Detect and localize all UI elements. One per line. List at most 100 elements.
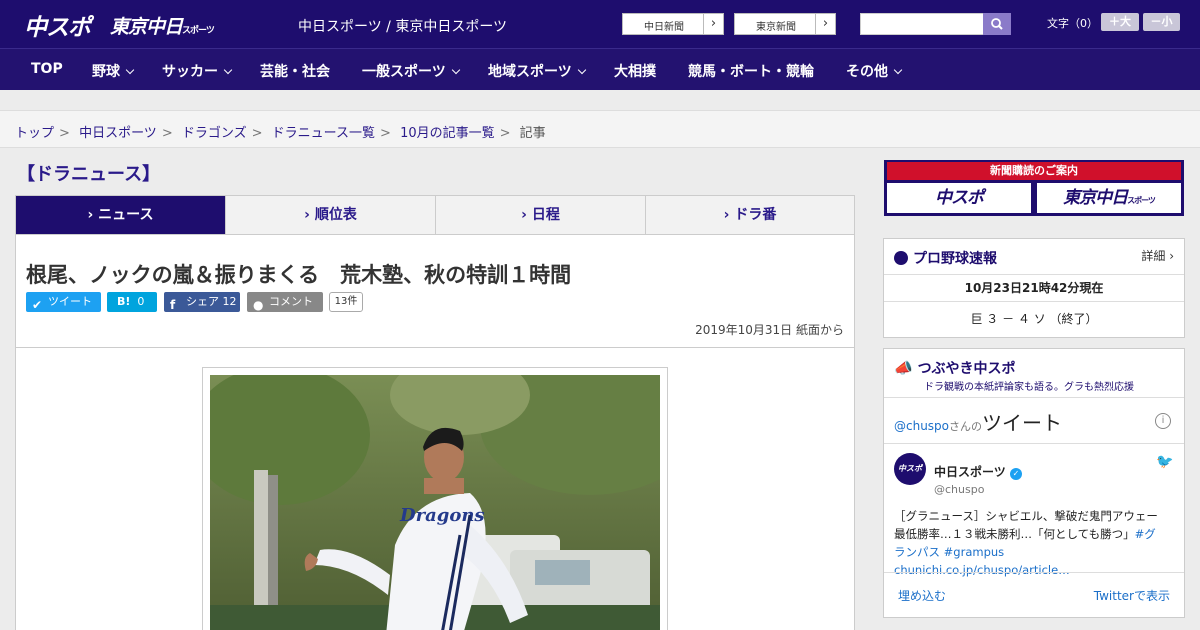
comment-button[interactable]: ● コメント xyxy=(247,292,323,312)
tokyo-shimbun-link[interactable]: 東京新聞 › xyxy=(734,13,836,35)
nav-local-sports[interactable]: 地域スポーツ xyxy=(488,61,586,81)
tab-dora-reporters[interactable]: › ドラ番 xyxy=(646,196,854,234)
subscription-chuspo[interactable]: 中スポ xyxy=(887,183,1031,213)
embed-link[interactable]: 埋め込む xyxy=(898,587,946,604)
hatena-count: 0 xyxy=(137,295,145,308)
speech-bubble-icon: ● xyxy=(253,298,264,312)
section-title: 【ドラニュース】 xyxy=(17,164,161,185)
breadcrumb-top[interactable]: トップ xyxy=(15,126,54,141)
font-larger-button[interactable]: ＋大 xyxy=(1101,13,1139,31)
tsubuyaki-subtitle: ドラ観戦の本紙評論家も語る。グラも熱烈応援 xyxy=(924,382,1134,393)
pro-baseball-title: プロ野球速報 xyxy=(894,248,997,268)
breadcrumb-separator: > xyxy=(161,126,173,141)
nav-baseball-label: 野球 xyxy=(92,64,120,80)
nav-top[interactable]: TOP xyxy=(31,61,63,77)
subscription-tokyo-chunichi[interactable]: 東京中日スポーツ xyxy=(1037,183,1181,213)
search-icon xyxy=(991,18,1003,30)
tab-news-label: ニュース xyxy=(98,207,154,223)
search-button[interactable] xyxy=(983,13,1011,35)
tab-standings-label: 順位表 xyxy=(314,207,357,223)
tweets-of-handle[interactable]: @chuspo xyxy=(894,419,949,433)
breadcrumb-dragons[interactable]: ドラゴンズ xyxy=(182,126,247,141)
chunichi-shimbun-label: 中日新聞 xyxy=(644,22,684,33)
nav-sumo[interactable]: 大相撲 xyxy=(614,61,656,81)
tweet-button[interactable]: ✔ ツイート xyxy=(26,292,101,312)
jersey-text: Dragons xyxy=(399,505,485,526)
avatar[interactable]: 中スポ xyxy=(894,453,926,485)
chuspo-logo[interactable]: 中スポ xyxy=(24,8,91,42)
nav-keiba[interactable]: 競馬・ボート・競輪 xyxy=(688,61,814,81)
tweet-link[interactable]: chunichi.co.jp/chuspo/article… xyxy=(894,563,1070,577)
font-size-label: 文字（0） xyxy=(1047,17,1098,30)
breadcrumb-separator: > xyxy=(499,126,511,141)
chunichi-shimbun-link[interactable]: 中日新聞 › xyxy=(622,13,724,35)
nav-top-label: TOP xyxy=(31,61,63,77)
breadcrumb-separator: > xyxy=(59,126,70,141)
main-nav: TOP 野球 サッカー 芸能・社会 一般スポーツ 地域スポーツ 大相撲 競馬・ボ… xyxy=(0,48,1200,90)
chevron-right-icon: › xyxy=(815,14,835,34)
chevron-down-icon xyxy=(451,65,460,75)
breadcrumb-bar: トップ > 中日スポーツ > ドラゴンズ > ドラニュース一覧 > 10月の記事一覧 > … xyxy=(0,110,1200,148)
tweet-label: ツイート xyxy=(48,295,92,308)
info-icon[interactable]: i xyxy=(1155,413,1171,429)
hatena-bookmark-button[interactable]: B! 0 xyxy=(107,292,157,312)
chevron-right-icon: › xyxy=(703,14,723,34)
tweets-of-mid: さんの xyxy=(949,420,983,433)
nav-general-sports-label: 一般スポーツ xyxy=(362,64,446,80)
score-update-time: 10月23日21時42分現在 xyxy=(964,281,1104,295)
megaphone-icon: 📣 xyxy=(894,359,913,377)
view-on-twitter-link[interactable]: Twitterで表示 xyxy=(1094,587,1170,604)
subscription-banner[interactable]: 新聞購読のご案内 中スポ 東京中日スポーツ xyxy=(884,160,1184,216)
tsubuyaki-title: 📣 つぶやき中スポ xyxy=(894,358,1016,378)
nav-soccer-label: サッカー xyxy=(162,64,218,80)
site-header: 中スポ 東京中日スポーツ 中日スポーツ / 東京中日スポーツ 中日新聞 › 東京… xyxy=(0,0,1200,48)
twitter-bird-icon: ✔ xyxy=(32,298,43,312)
divider xyxy=(884,397,1184,398)
tokyo-chunichi-logo[interactable]: 東京中日スポーツ xyxy=(110,12,215,39)
nav-general-sports[interactable]: 一般スポーツ xyxy=(362,61,460,81)
tweet-account-name[interactable]: 中日スポーツ ✓ xyxy=(934,463,1022,480)
nav-keiba-label: 競馬・ボート・競輪 xyxy=(688,64,814,80)
article-photo[interactable]: Dragons xyxy=(210,375,660,630)
chevron-down-icon xyxy=(577,65,586,75)
breadcrumb-chuspo[interactable]: 中日スポーツ xyxy=(79,126,157,141)
breadcrumb-dora-news-list[interactable]: ドラニュース一覧 xyxy=(272,126,375,141)
subscription-tokyo-chunichi-text: 東京中日 xyxy=(1063,188,1128,208)
nav-soccer[interactable]: サッカー xyxy=(162,61,233,81)
search-input[interactable] xyxy=(860,13,984,35)
divider xyxy=(16,347,854,348)
tweet-account-handle[interactable]: @chuspo xyxy=(934,483,984,496)
tab-schedule[interactable]: › 日程 xyxy=(436,196,646,234)
font-smaller-button[interactable]: －小 xyxy=(1143,13,1180,31)
game-score[interactable]: 巨 ３ － ４ ソ （終了） xyxy=(884,310,1184,327)
baseball-player-photo: Dragons xyxy=(210,375,660,630)
verified-badge-icon: ✓ xyxy=(1009,468,1022,480)
article-headline: 根尾、ノックの嵐＆振りまくる 荒木塾、秋の特訓１時間 xyxy=(26,263,572,287)
nav-other[interactable]: その他 xyxy=(846,61,903,81)
chevron-down-icon xyxy=(893,65,903,75)
tsubuyaki-title-text: つぶやき中スポ xyxy=(917,361,1016,377)
tokyo-chunichi-logo-small: スポーツ xyxy=(182,26,215,36)
pro-baseball-panel: プロ野球速報 詳細 › 10月23日21時42分現在 巨 ３ － ４ ソ （終了… xyxy=(883,238,1185,338)
tsubuyaki-panel: 📣 つぶやき中スポ ドラ観戦の本紙評論家も語る。グラも熱烈応援 @chuspoさ… xyxy=(883,348,1185,618)
tab-news[interactable]: › ニュース xyxy=(16,196,226,241)
pro-baseball-detail-link[interactable]: 詳細 › xyxy=(1141,247,1174,264)
article-date: 2019年10月31日 紙面から xyxy=(695,323,844,337)
tokyo-shimbun-label: 東京新聞 xyxy=(756,22,796,33)
nav-baseball[interactable]: 野球 xyxy=(92,61,135,81)
breadcrumb-current: 記事 xyxy=(519,126,546,141)
site-name[interactable]: 中日スポーツ / 東京中日スポーツ xyxy=(298,16,507,36)
nav-other-label: その他 xyxy=(846,64,888,80)
comment-count[interactable]: 13件 xyxy=(329,292,363,312)
pro-baseball-title-text: プロ野球速報 xyxy=(913,251,997,267)
article: 根尾、ノックの嵐＆振りまくる 荒木塾、秋の特訓１時間 ✔ ツイート B! 0 fシ… xyxy=(15,234,855,630)
nav-entertainment[interactable]: 芸能・社会 xyxy=(260,61,330,81)
breadcrumb-october-list[interactable]: 10月の記事一覧 xyxy=(400,126,495,141)
tweets-of-suffix: ツイート xyxy=(982,411,1063,435)
tab-standings[interactable]: › 順位表 xyxy=(226,196,436,234)
twitter-bird-icon[interactable]: 🐦 xyxy=(1156,454,1173,470)
tweet-text: ［グラニュース］シャビエル、撃破だ鬼門アウェー 最低勝率…１３戦未勝利…「何とし… xyxy=(894,507,1169,579)
facebook-icon: f xyxy=(170,298,176,312)
article-photo-frame: Dragons xyxy=(202,367,668,630)
facebook-share-button[interactable]: f シェア 12 xyxy=(164,292,240,312)
